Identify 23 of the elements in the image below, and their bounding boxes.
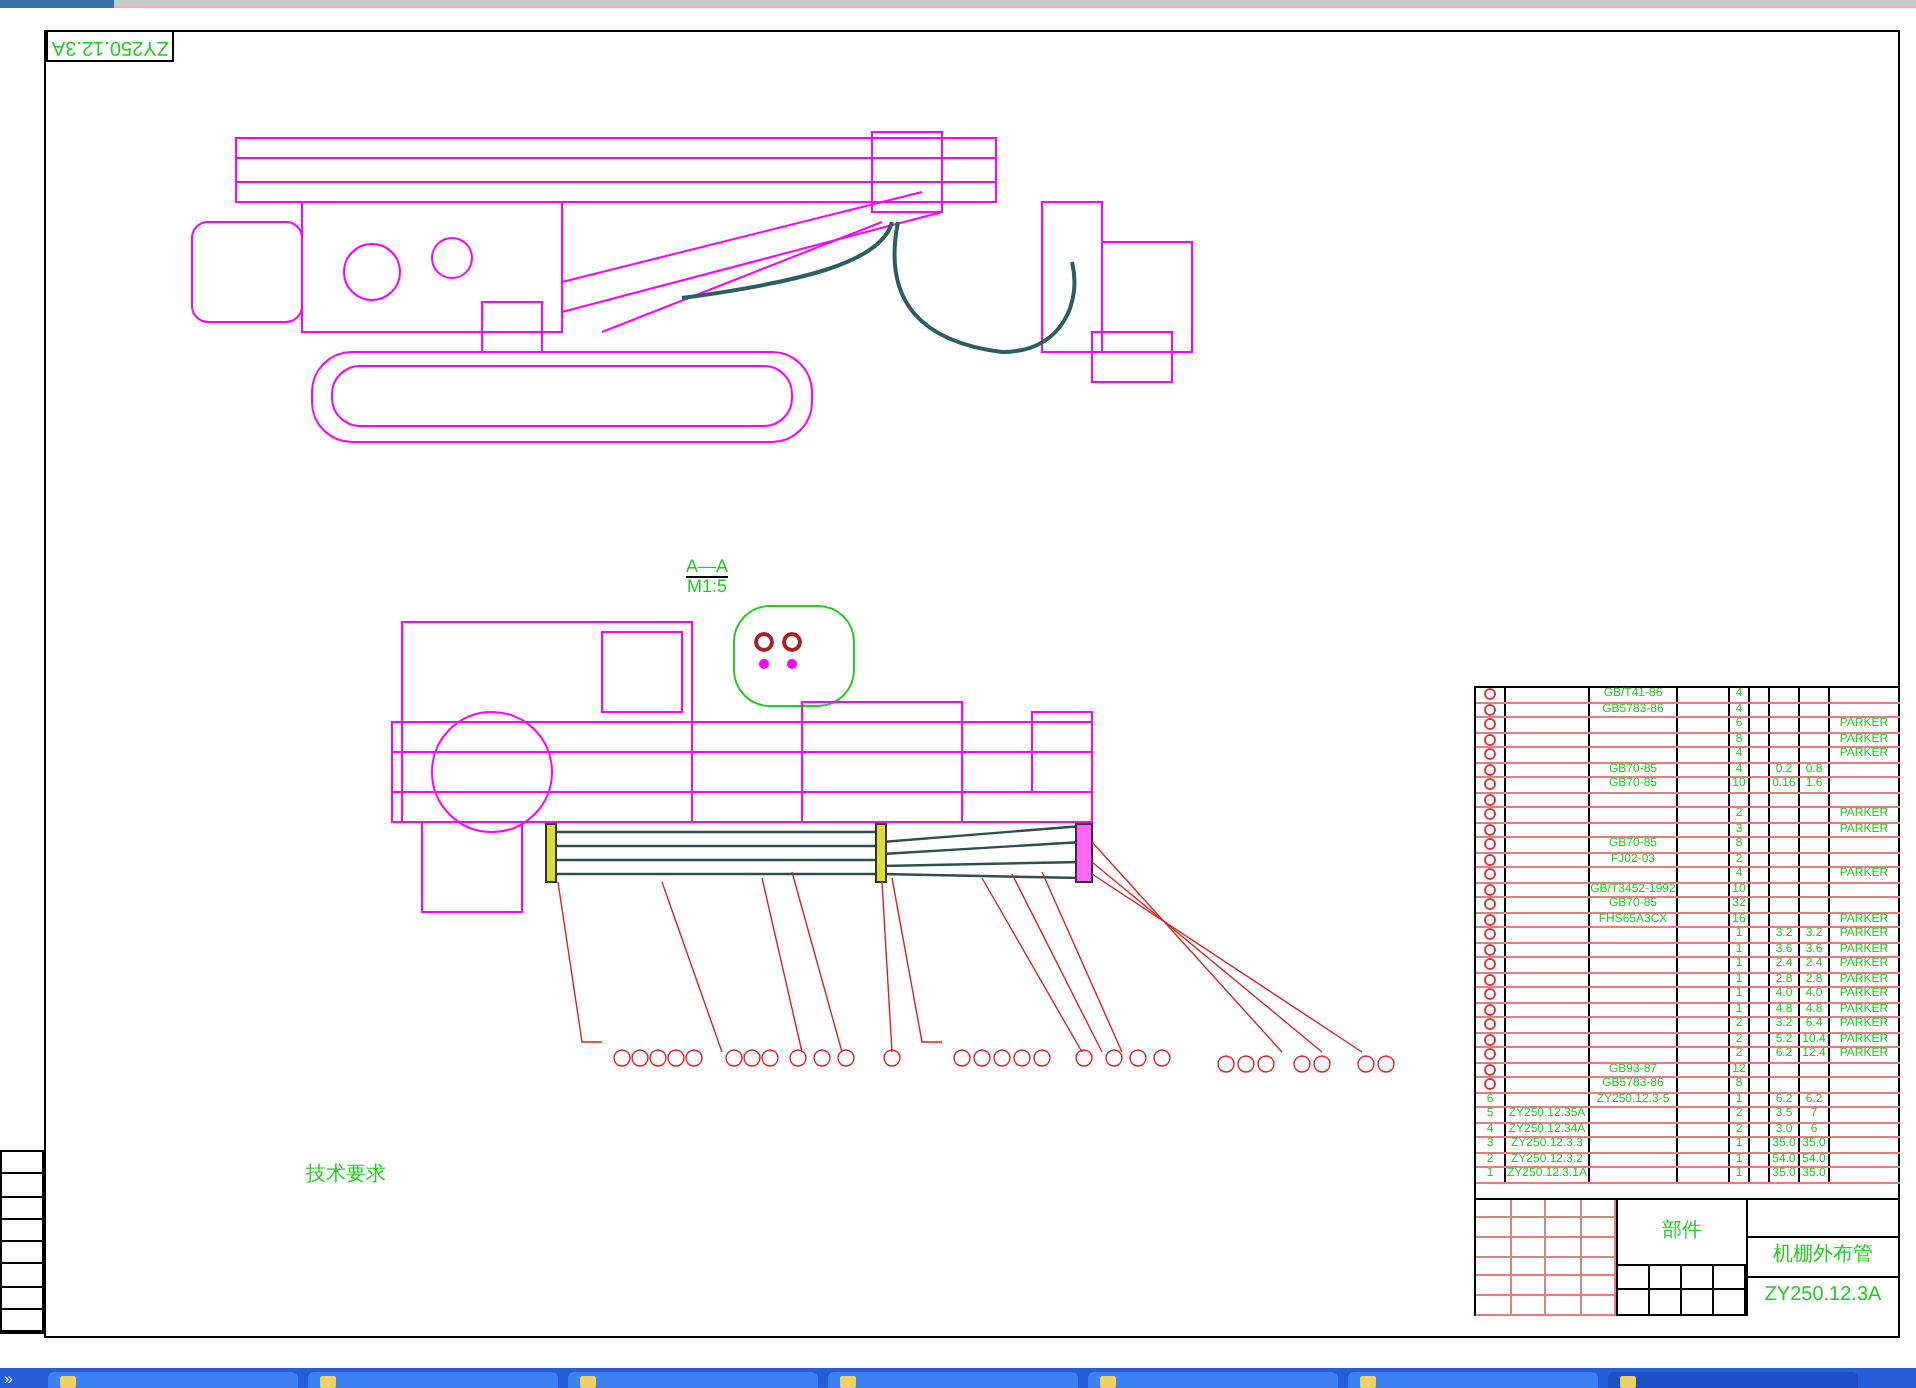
drawing-number: ZY250.12.3A	[1764, 1286, 1882, 1306]
scale-label: M1:5	[687, 578, 728, 596]
chevron[interactable]: »	[4, 1372, 40, 1388]
folder-icon	[60, 1376, 76, 1388]
folder-icon	[1620, 1376, 1636, 1388]
stamp-text: ZY250.12.3A	[51, 33, 169, 61]
taskbar-button[interactable]	[568, 1372, 818, 1388]
taskbar-button[interactable]	[1088, 1372, 1338, 1388]
taskbar-button[interactable]	[1608, 1372, 1858, 1388]
category-label: 部件	[1662, 1221, 1702, 1241]
section-label: A—A	[686, 558, 729, 578]
drawing-title: 机棚外布管	[1773, 1246, 1873, 1266]
section-detail-drawing	[732, 604, 856, 708]
notes-title: 技术要求	[306, 1166, 386, 1186]
taskbar-button[interactable]	[828, 1372, 1078, 1388]
taskbar-button[interactable]	[308, 1372, 558, 1388]
taskbar-button[interactable]	[1348, 1372, 1598, 1388]
folder-icon	[840, 1376, 856, 1388]
folder-icon	[1100, 1376, 1116, 1388]
folder-icon	[320, 1376, 336, 1388]
folder-icon	[580, 1376, 596, 1388]
folder-icon	[1360, 1376, 1376, 1388]
taskbar-button[interactable]	[48, 1372, 298, 1388]
